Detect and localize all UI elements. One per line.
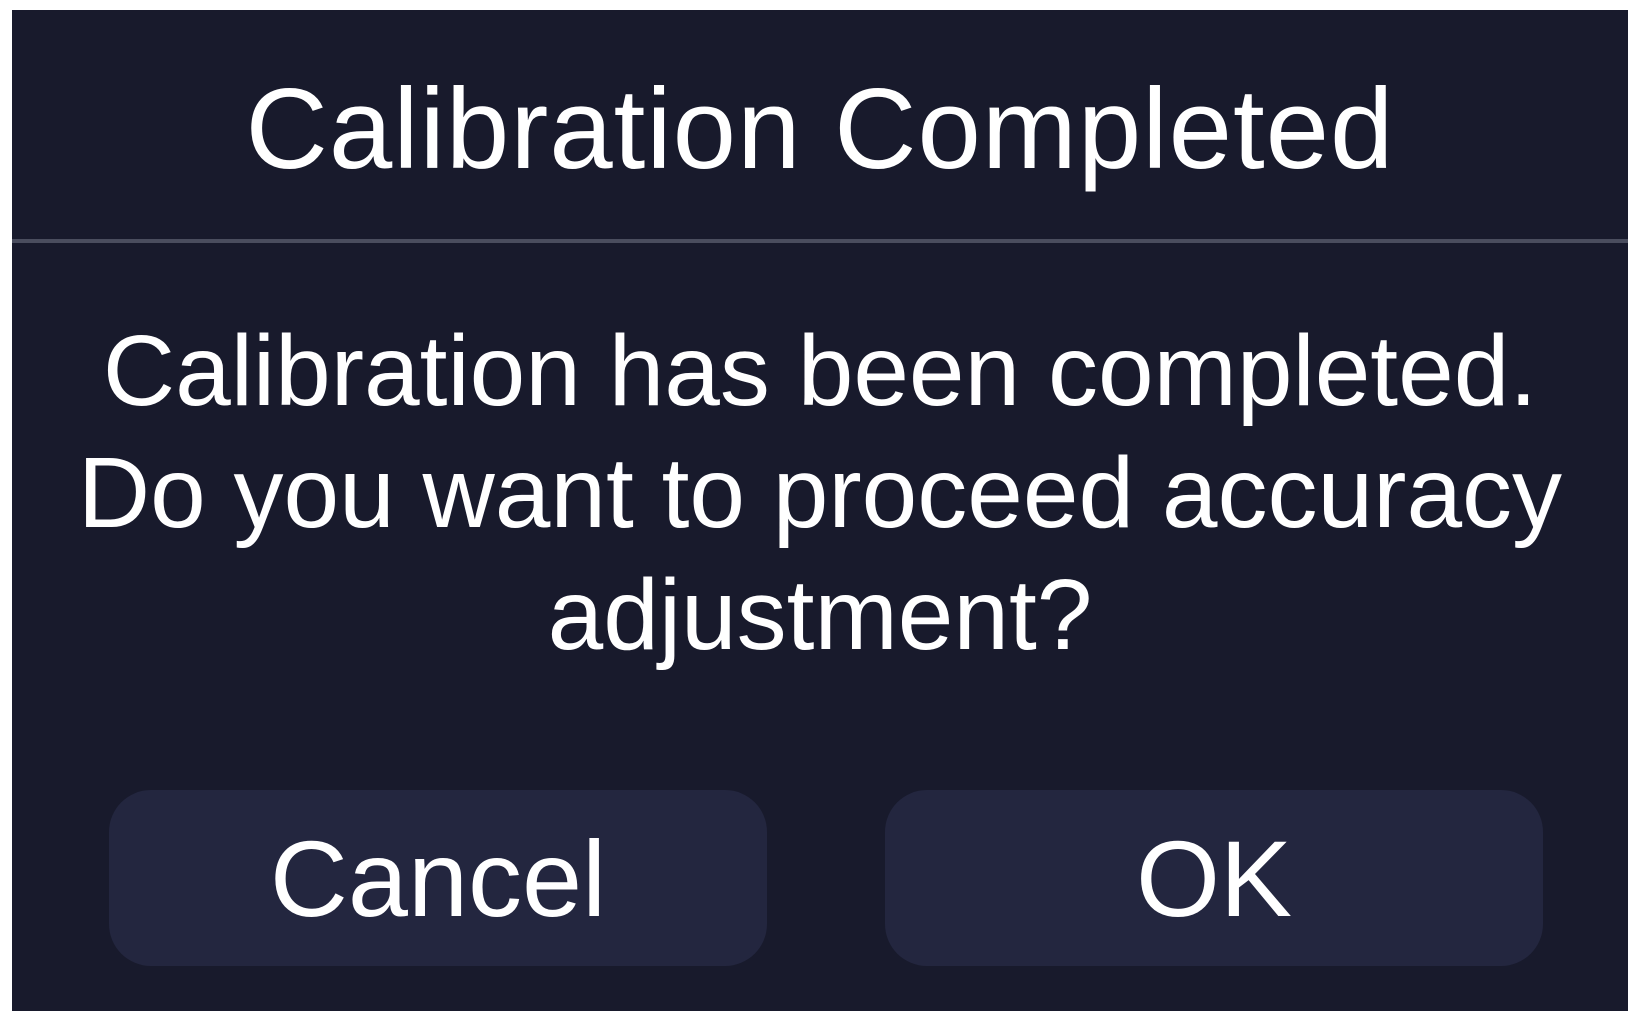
- dialog-message: Calibration has been completed. Do you w…: [12, 310, 1628, 676]
- message-line-2: Do you want to proceed accuracy: [77, 437, 1563, 549]
- calibration-dialog: Calibration Completed Calibration has be…: [12, 10, 1628, 1011]
- dialog-title: Calibration Completed: [245, 65, 1395, 193]
- ok-button[interactable]: OK: [885, 790, 1543, 966]
- dialog-header: Calibration Completed: [12, 10, 1628, 242]
- cancel-button[interactable]: Cancel: [109, 790, 767, 966]
- message-line-3: adjustment?: [547, 559, 1093, 671]
- message-line-1: Calibration has been completed.: [102, 315, 1538, 427]
- header-divider: [12, 239, 1628, 243]
